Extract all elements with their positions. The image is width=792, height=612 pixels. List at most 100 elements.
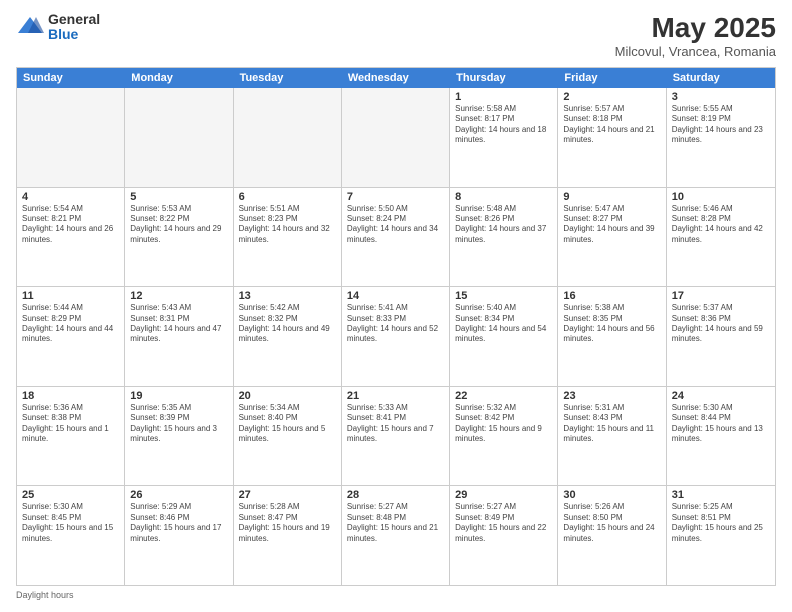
day-number: 26 bbox=[130, 489, 227, 501]
calendar-cell: 8Sunrise: 5:48 AMSunset: 8:26 PMDaylight… bbox=[450, 188, 558, 287]
logo: General Blue bbox=[16, 12, 100, 43]
day-info: Sunrise: 5:30 AMSunset: 8:45 PMDaylight:… bbox=[22, 502, 119, 544]
calendar-cell: 19Sunrise: 5:35 AMSunset: 8:39 PMDayligh… bbox=[125, 387, 233, 486]
calendar-cell: 1Sunrise: 5:58 AMSunset: 8:17 PMDaylight… bbox=[450, 88, 558, 187]
calendar-cell: 25Sunrise: 5:30 AMSunset: 8:45 PMDayligh… bbox=[17, 486, 125, 585]
day-info: Sunrise: 5:32 AMSunset: 8:42 PMDaylight:… bbox=[455, 403, 552, 445]
title-block: May 2025 Milcovul, Vrancea, Romania bbox=[615, 12, 776, 59]
day-number: 2 bbox=[563, 91, 660, 103]
calendar-cell: 13Sunrise: 5:42 AMSunset: 8:32 PMDayligh… bbox=[234, 287, 342, 386]
calendar: SundayMondayTuesdayWednesdayThursdayFrid… bbox=[16, 67, 776, 586]
day-info: Sunrise: 5:40 AMSunset: 8:34 PMDaylight:… bbox=[455, 303, 552, 345]
day-info: Sunrise: 5:29 AMSunset: 8:46 PMDaylight:… bbox=[130, 502, 227, 544]
calendar-cell: 31Sunrise: 5:25 AMSunset: 8:51 PMDayligh… bbox=[667, 486, 775, 585]
day-number: 28 bbox=[347, 489, 444, 501]
day-number: 23 bbox=[563, 390, 660, 402]
calendar-cell: 16Sunrise: 5:38 AMSunset: 8:35 PMDayligh… bbox=[558, 287, 666, 386]
day-info: Sunrise: 5:27 AMSunset: 8:48 PMDaylight:… bbox=[347, 502, 444, 544]
day-number: 14 bbox=[347, 290, 444, 302]
day-info: Sunrise: 5:42 AMSunset: 8:32 PMDaylight:… bbox=[239, 303, 336, 345]
main-title: May 2025 bbox=[615, 12, 776, 44]
day-number: 15 bbox=[455, 290, 552, 302]
calendar-cell: 22Sunrise: 5:32 AMSunset: 8:42 PMDayligh… bbox=[450, 387, 558, 486]
day-number: 16 bbox=[563, 290, 660, 302]
calendar-cell: 3Sunrise: 5:55 AMSunset: 8:19 PMDaylight… bbox=[667, 88, 775, 187]
calendar-cell: 29Sunrise: 5:27 AMSunset: 8:49 PMDayligh… bbox=[450, 486, 558, 585]
calendar-cell: 21Sunrise: 5:33 AMSunset: 8:41 PMDayligh… bbox=[342, 387, 450, 486]
calendar-body: 1Sunrise: 5:58 AMSunset: 8:17 PMDaylight… bbox=[17, 88, 775, 585]
calendar-cell: 18Sunrise: 5:36 AMSunset: 8:38 PMDayligh… bbox=[17, 387, 125, 486]
header-day-saturday: Saturday bbox=[667, 68, 775, 88]
day-info: Sunrise: 5:35 AMSunset: 8:39 PMDaylight:… bbox=[130, 403, 227, 445]
day-info: Sunrise: 5:44 AMSunset: 8:29 PMDaylight:… bbox=[22, 303, 119, 345]
calendar-cell: 20Sunrise: 5:34 AMSunset: 8:40 PMDayligh… bbox=[234, 387, 342, 486]
day-info: Sunrise: 5:53 AMSunset: 8:22 PMDaylight:… bbox=[130, 204, 227, 246]
calendar-cell: 15Sunrise: 5:40 AMSunset: 8:34 PMDayligh… bbox=[450, 287, 558, 386]
day-number: 4 bbox=[22, 191, 119, 203]
day-number: 18 bbox=[22, 390, 119, 402]
calendar-cell: 23Sunrise: 5:31 AMSunset: 8:43 PMDayligh… bbox=[558, 387, 666, 486]
calendar-cell: 27Sunrise: 5:28 AMSunset: 8:47 PMDayligh… bbox=[234, 486, 342, 585]
day-number: 8 bbox=[455, 191, 552, 203]
day-info: Sunrise: 5:34 AMSunset: 8:40 PMDaylight:… bbox=[239, 403, 336, 445]
day-info: Sunrise: 5:58 AMSunset: 8:17 PMDaylight:… bbox=[455, 104, 552, 146]
calendar-cell bbox=[342, 88, 450, 187]
day-info: Sunrise: 5:48 AMSunset: 8:26 PMDaylight:… bbox=[455, 204, 552, 246]
calendar-cell: 4Sunrise: 5:54 AMSunset: 8:21 PMDaylight… bbox=[17, 188, 125, 287]
calendar-cell: 6Sunrise: 5:51 AMSunset: 8:23 PMDaylight… bbox=[234, 188, 342, 287]
day-number: 11 bbox=[22, 290, 119, 302]
day-info: Sunrise: 5:27 AMSunset: 8:49 PMDaylight:… bbox=[455, 502, 552, 544]
calendar-cell: 14Sunrise: 5:41 AMSunset: 8:33 PMDayligh… bbox=[342, 287, 450, 386]
day-info: Sunrise: 5:37 AMSunset: 8:36 PMDaylight:… bbox=[672, 303, 770, 345]
header-day-friday: Friday bbox=[558, 68, 666, 88]
calendar-cell bbox=[17, 88, 125, 187]
calendar-cell bbox=[125, 88, 233, 187]
calendar-page: General Blue May 2025 Milcovul, Vrancea,… bbox=[0, 0, 792, 612]
day-number: 13 bbox=[239, 290, 336, 302]
day-info: Sunrise: 5:26 AMSunset: 8:50 PMDaylight:… bbox=[563, 502, 660, 544]
logo-general-text: General bbox=[48, 12, 100, 27]
header: General Blue May 2025 Milcovul, Vrancea,… bbox=[16, 12, 776, 59]
calendar-header: SundayMondayTuesdayWednesdayThursdayFrid… bbox=[17, 68, 775, 88]
day-info: Sunrise: 5:47 AMSunset: 8:27 PMDaylight:… bbox=[563, 204, 660, 246]
header-day-tuesday: Tuesday bbox=[234, 68, 342, 88]
day-number: 1 bbox=[455, 91, 552, 103]
logo-text: General Blue bbox=[48, 12, 100, 43]
calendar-cell: 7Sunrise: 5:50 AMSunset: 8:24 PMDaylight… bbox=[342, 188, 450, 287]
calendar-cell: 28Sunrise: 5:27 AMSunset: 8:48 PMDayligh… bbox=[342, 486, 450, 585]
calendar-cell: 26Sunrise: 5:29 AMSunset: 8:46 PMDayligh… bbox=[125, 486, 233, 585]
calendar-row-1: 1Sunrise: 5:58 AMSunset: 8:17 PMDaylight… bbox=[17, 88, 775, 188]
day-number: 12 bbox=[130, 290, 227, 302]
day-number: 27 bbox=[239, 489, 336, 501]
day-number: 22 bbox=[455, 390, 552, 402]
header-day-sunday: Sunday bbox=[17, 68, 125, 88]
calendar-row-4: 18Sunrise: 5:36 AMSunset: 8:38 PMDayligh… bbox=[17, 387, 775, 487]
calendar-cell: 17Sunrise: 5:37 AMSunset: 8:36 PMDayligh… bbox=[667, 287, 775, 386]
day-info: Sunrise: 5:57 AMSunset: 8:18 PMDaylight:… bbox=[563, 104, 660, 146]
calendar-cell: 30Sunrise: 5:26 AMSunset: 8:50 PMDayligh… bbox=[558, 486, 666, 585]
calendar-cell: 2Sunrise: 5:57 AMSunset: 8:18 PMDaylight… bbox=[558, 88, 666, 187]
day-number: 7 bbox=[347, 191, 444, 203]
calendar-cell: 12Sunrise: 5:43 AMSunset: 8:31 PMDayligh… bbox=[125, 287, 233, 386]
subtitle: Milcovul, Vrancea, Romania bbox=[615, 44, 776, 59]
day-info: Sunrise: 5:46 AMSunset: 8:28 PMDaylight:… bbox=[672, 204, 770, 246]
daylight-label: Daylight hours bbox=[16, 590, 74, 600]
day-info: Sunrise: 5:54 AMSunset: 8:21 PMDaylight:… bbox=[22, 204, 119, 246]
header-day-monday: Monday bbox=[125, 68, 233, 88]
day-info: Sunrise: 5:50 AMSunset: 8:24 PMDaylight:… bbox=[347, 204, 444, 246]
logo-icon bbox=[16, 13, 44, 41]
day-info: Sunrise: 5:28 AMSunset: 8:47 PMDaylight:… bbox=[239, 502, 336, 544]
calendar-cell: 10Sunrise: 5:46 AMSunset: 8:28 PMDayligh… bbox=[667, 188, 775, 287]
calendar-row-5: 25Sunrise: 5:30 AMSunset: 8:45 PMDayligh… bbox=[17, 486, 775, 585]
day-number: 21 bbox=[347, 390, 444, 402]
calendar-cell: 24Sunrise: 5:30 AMSunset: 8:44 PMDayligh… bbox=[667, 387, 775, 486]
header-day-wednesday: Wednesday bbox=[342, 68, 450, 88]
day-info: Sunrise: 5:25 AMSunset: 8:51 PMDaylight:… bbox=[672, 502, 770, 544]
day-number: 30 bbox=[563, 489, 660, 501]
day-number: 19 bbox=[130, 390, 227, 402]
logo-blue-text: Blue bbox=[48, 27, 100, 42]
day-number: 10 bbox=[672, 191, 770, 203]
calendar-row-3: 11Sunrise: 5:44 AMSunset: 8:29 PMDayligh… bbox=[17, 287, 775, 387]
day-info: Sunrise: 5:36 AMSunset: 8:38 PMDaylight:… bbox=[22, 403, 119, 445]
day-info: Sunrise: 5:33 AMSunset: 8:41 PMDaylight:… bbox=[347, 403, 444, 445]
